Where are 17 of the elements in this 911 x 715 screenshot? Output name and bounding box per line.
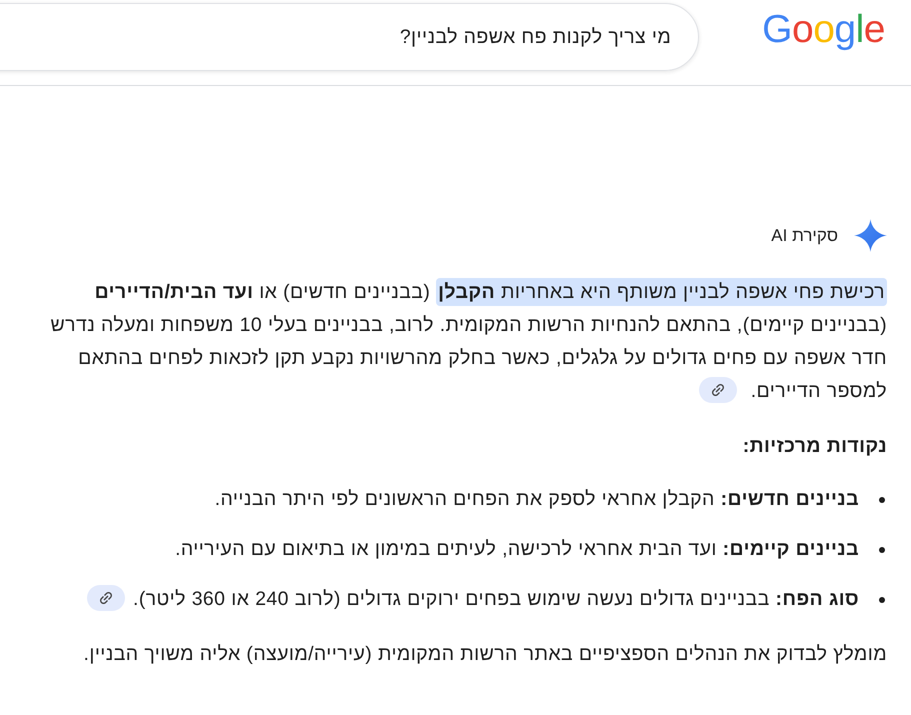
bullet-icon: [879, 597, 885, 603]
search-field[interactable]: מי צריך לקנות פח אשפה לבניין?: [0, 3, 700, 71]
source-link-button[interactable]: [87, 584, 125, 611]
key-point-text: בניינים קיימים: ועד הבית אחראי לרכישה, לעיתים במימון או בתיאום עם העירייה.: [175, 537, 859, 562]
sparkle-icon: [854, 219, 887, 252]
key-points-heading: נקודות מרכזיות:: [742, 434, 887, 459]
site-logo[interactable]: Google: [762, 10, 885, 49]
summary-paragraph: רכישת פחי אשפה לבניין משותף היא באחריות הקבלן (בבניינים חדשים) או ועד הבית/הדיירים (בבניינים קיימים), בהתאם להנחיות הרשות המקומית. לרוב, בבניינים בעלי 10 משפחות ומעלה נדרש חדר אשפה עם פחים גדולים על גלגלים, כאשר בחלק מהרשויות נקבע תקן לזכאות לפחים בהתאם למספר הדיירים.: [20, 276, 887, 408]
source-link-button[interactable]: [698, 376, 737, 403]
section-label: סקירת AI: [771, 226, 838, 246]
key-point-text: סוג הפח: בבניינים גדולים נעשה שימוש בפחים ירוקים גדולים (לרוב 240 או 360 ליטר).: [87, 583, 859, 616]
link-icon: [710, 382, 725, 397]
link-icon: [99, 590, 113, 605]
closing-paragraph: מומלץ לבדוק את הנהלים הספציפיים באתר הרשות המקומית (עירייה/מועצה) אליה משויך הבניין.: [82, 642, 887, 667]
key-point-text: בניינים חדשים: הקבלן אחראי לספק את הפחים הראשונים לפי היתר הבנייה.: [214, 487, 859, 512]
bullet-icon: [879, 547, 885, 553]
bullet-icon: [879, 497, 885, 503]
